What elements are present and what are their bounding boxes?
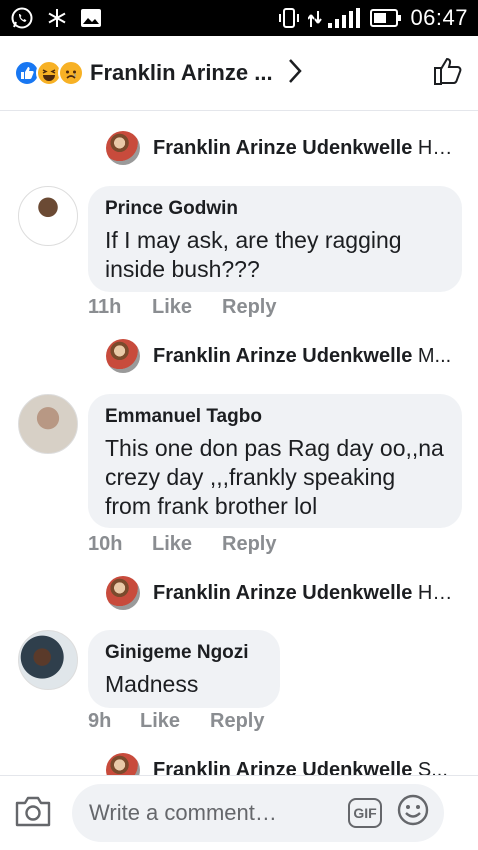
avatar[interactable]	[18, 394, 78, 454]
reply-preview[interactable]: Franklin Arinze Udenkwelle S...	[106, 753, 466, 775]
avatar	[106, 576, 140, 610]
vibrate-icon	[278, 7, 300, 29]
reply-snippet: S...	[417, 758, 448, 776]
comment-bubble[interactable]: Prince Godwin If I may ask, are they rag…	[88, 186, 462, 292]
like-button[interactable]: Like	[140, 710, 210, 733]
status-bar: 06:47	[0, 0, 478, 36]
comment-actions: 10h Like Reply	[88, 533, 276, 556]
image-icon	[80, 8, 102, 28]
comment-time: 9h	[88, 710, 112, 732]
reply-preview-text: Franklin Arinze Udenkwelle He...	[153, 137, 458, 160]
comment-text: This one don pas Rag day oo,,na crezy da…	[105, 435, 444, 519]
emoji-icon[interactable]	[396, 793, 430, 833]
reply-preview-text: Franklin Arinze Udenkwelle He...	[153, 582, 458, 605]
comment-time: 11h	[88, 296, 122, 318]
avatar[interactable]	[18, 186, 78, 246]
reply-preview-text: Franklin Arinze Udenkwelle S...	[153, 759, 448, 776]
reply-button[interactable]: Reply	[222, 296, 276, 319]
battery-icon	[370, 8, 402, 28]
chevron-right-icon[interactable]	[287, 58, 303, 89]
reply-author-name: Franklin Arinze Udenkwelle	[153, 758, 413, 776]
reply-button[interactable]: Reply	[210, 710, 264, 733]
comment-text: If I may ask, are they ragging inside bu…	[105, 227, 402, 282]
comment-input-placeholder[interactable]: Write a comment…	[89, 800, 348, 826]
comment-text: Madness	[105, 671, 199, 697]
reply-author-name: Franklin Arinze Udenkwelle	[153, 581, 413, 604]
snowflake-icon	[46, 7, 68, 29]
comment-time: 10h	[88, 533, 123, 555]
camera-icon[interactable]	[14, 794, 52, 833]
status-time: 06:47	[410, 5, 468, 30]
reply-preview[interactable]: Franklin Arinze Udenkwelle M...	[106, 339, 466, 373]
avatar[interactable]	[18, 630, 78, 690]
comment-author[interactable]: Ginigeme Ngozi	[105, 642, 264, 664]
reply-preview-text: Franklin Arinze Udenkwelle M...	[153, 345, 451, 368]
comment-input[interactable]: Write a comment… GIF	[72, 784, 444, 842]
reply-snippet: M...	[417, 344, 452, 367]
comment-bubble[interactable]: Ginigeme Ngozi Madness	[88, 630, 280, 708]
reply-snippet: He...	[417, 581, 458, 604]
thumbs-up-outline-icon[interactable]	[432, 55, 464, 92]
like-button[interactable]: Like	[152, 533, 222, 556]
like-button[interactable]: Like	[152, 296, 222, 319]
reply-button[interactable]: Reply	[222, 533, 276, 556]
reply-preview[interactable]: Franklin Arinze Udenkwelle He...	[106, 131, 466, 165]
comment-author[interactable]: Emmanuel Tagbo	[105, 406, 446, 428]
reply-preview[interactable]: Franklin Arinze Udenkwelle He...	[106, 576, 466, 610]
reply-author-name: Franklin Arinze Udenkwelle	[153, 136, 413, 159]
reply-author-name: Franklin Arinze Udenkwelle	[153, 344, 413, 367]
gif-button[interactable]: GIF	[348, 798, 382, 828]
comment-actions: 9h Like Reply	[88, 710, 264, 733]
avatar	[106, 339, 140, 373]
signal-icon	[308, 7, 362, 29]
comments-feed[interactable]: Franklin Arinze Udenkwelle He... Prince …	[0, 111, 478, 775]
sad-reaction-icon	[58, 60, 84, 86]
avatar	[106, 131, 140, 165]
comment-author[interactable]: Prince Godwin	[105, 198, 446, 220]
whatsapp-icon	[10, 6, 34, 30]
comment-actions: 11h Like Reply	[88, 296, 276, 319]
avatar	[106, 753, 140, 775]
comment-bubble[interactable]: Emmanuel Tagbo This one don pas Rag day …	[88, 394, 462, 528]
reaction-summary[interactable]	[14, 60, 84, 86]
comment-composer: Write a comment… GIF	[0, 775, 478, 850]
reply-snippet: He...	[417, 136, 458, 159]
header-title[interactable]: Franklin Arinze ...	[90, 60, 273, 86]
post-header: Franklin Arinze ...	[0, 36, 478, 111]
